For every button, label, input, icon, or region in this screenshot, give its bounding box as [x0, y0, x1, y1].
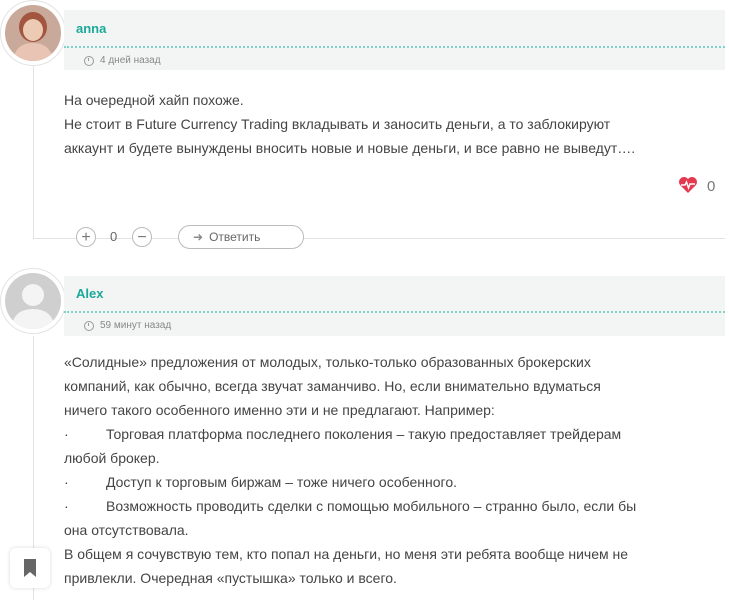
comment-body: «Солидные» предложения от молодых, тольк…	[64, 350, 714, 590]
bullet-marker: ·	[64, 474, 69, 490]
list-item: · Возможность проводить сделки с помощью …	[64, 494, 714, 518]
list-item-continuation: она отсутствовала.	[64, 522, 189, 538]
list-item-continuation: любой брокер.	[64, 450, 160, 466]
comment-line: компаний, как обычно, всегда звучат зама…	[64, 378, 601, 394]
comment-line: ничего такого особенного именно эти и не…	[64, 402, 495, 418]
list-item: · Доступ к торговым биржам – тоже ничего …	[64, 470, 714, 494]
author-name[interactable]: Alex	[76, 286, 103, 301]
list-item-text: Возможность проводить сделки с помощью м…	[106, 498, 637, 514]
avatar	[0, 268, 66, 334]
comment-line: «Солидные» предложения от молодых, тольк…	[64, 354, 591, 370]
comment-line: привлекли. Очередная «пустышка» только и…	[64, 570, 397, 586]
list-item: · Торговая платформа последнего поколения…	[64, 422, 714, 446]
bookmark-icon	[24, 559, 36, 577]
bullet-marker: ·	[64, 426, 69, 442]
list-item-text: Доступ к торговым биржам – тоже ничего о…	[106, 474, 458, 490]
list-item-text: Торговая платформа последнего поколения …	[106, 426, 622, 442]
comment-alex: Alex 59 минут назад «Солидные» предложен…	[0, 0, 729, 600]
comment-header: Alex 59 минут назад	[64, 276, 725, 336]
clock-icon	[84, 320, 94, 331]
bookmark-button[interactable]	[10, 548, 50, 588]
comment-date[interactable]: 59 минут назад	[84, 320, 171, 331]
date-text: 59 минут назад	[100, 320, 172, 331]
header-divider	[64, 311, 725, 313]
bullet-marker: ·	[64, 498, 69, 514]
comment-line: В общем я сочувствую тем, кто попал на д…	[64, 546, 629, 562]
